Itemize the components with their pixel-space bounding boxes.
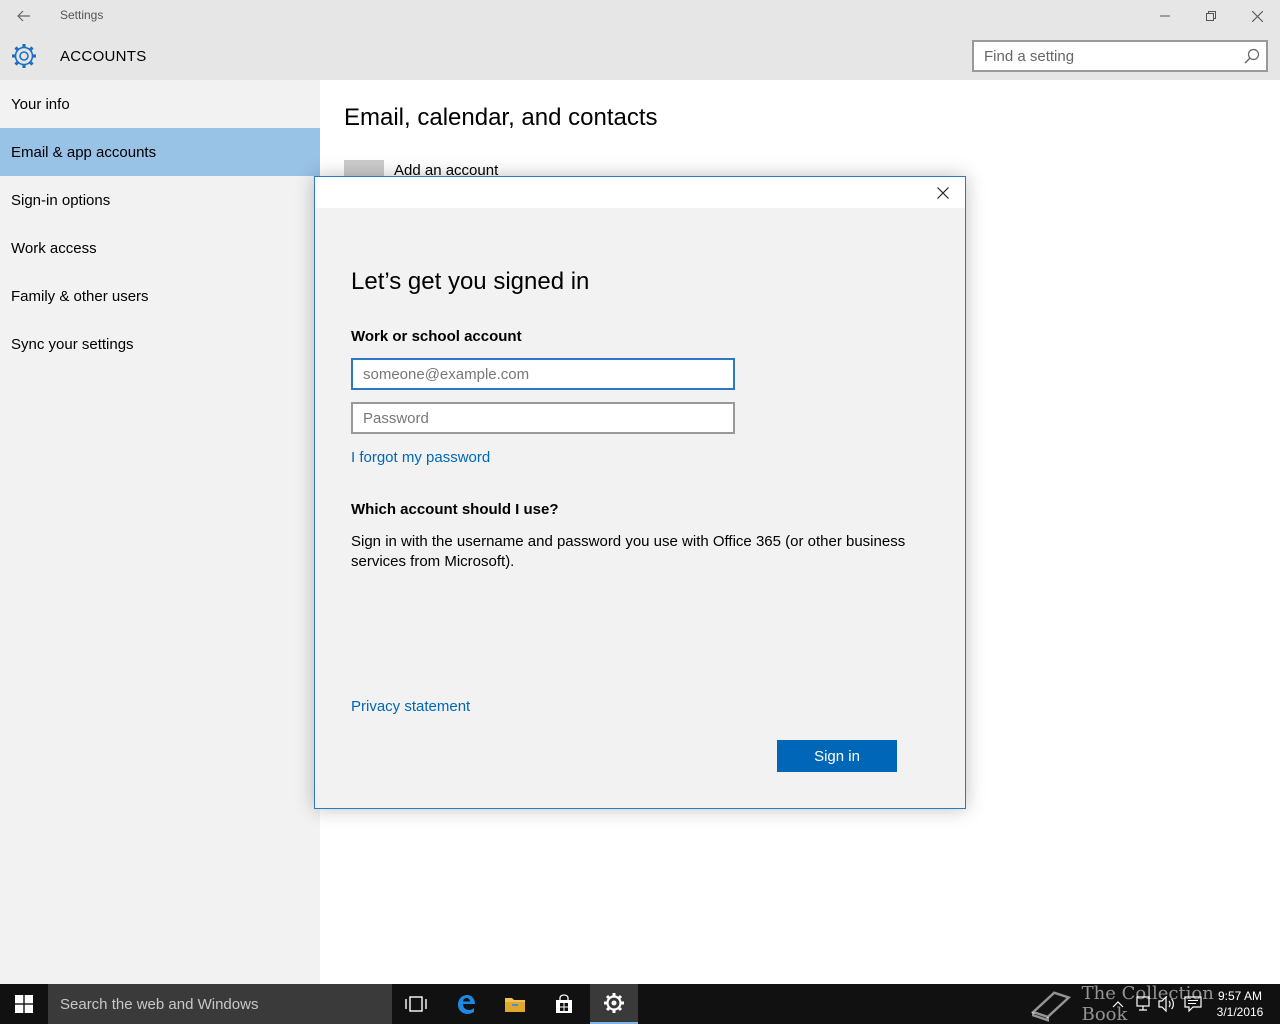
sidebar-item-sync-settings[interactable]: Sync your settings [0, 320, 320, 368]
sidebar-item-sign-in-options[interactable]: Sign-in options [0, 176, 320, 224]
sidebar-item-label: Sync your settings [11, 335, 134, 353]
taskbar-clock[interactable]: 9:57 AM 3/1/2016 [1208, 988, 1272, 1020]
store-bag-icon [556, 994, 572, 1013]
network-icon [1136, 996, 1150, 1011]
task-view-icon [405, 996, 427, 1012]
find-setting-search[interactable] [972, 40, 1268, 72]
page-title: Email, calendar, and contacts [344, 104, 658, 131]
clock-date: 3/1/2016 [1216, 1005, 1264, 1019]
search-input[interactable] [974, 42, 1234, 70]
sidebar-item-label: Work access [11, 239, 97, 257]
sidebar-item-label: Family & other users [11, 287, 149, 305]
show-hidden-icons-button[interactable] [1112, 984, 1124, 1024]
page-section-title: ACCOUNTS [60, 48, 147, 65]
sidebar-item-your-info[interactable]: Your info [0, 80, 320, 128]
which-account-heading: Which account should I use? [351, 501, 559, 518]
restore-button[interactable] [1188, 0, 1234, 32]
sign-in-dialog: Let’s get you signed in Work or school a… [314, 176, 966, 809]
privacy-statement-link[interactable]: Privacy statement [351, 698, 470, 715]
folder-icon [505, 998, 525, 1012]
account-type-label: Work or school account [351, 328, 522, 345]
notification-icon [1184, 996, 1202, 1012]
sidebar-item-label: Your info [11, 95, 70, 113]
action-center-button[interactable] [1184, 984, 1202, 1024]
taskbar-search-placeholder: Search the web and Windows [60, 995, 259, 1013]
file-explorer-button[interactable] [491, 984, 539, 1024]
sidebar-item-family-other-users[interactable]: Family & other users [0, 272, 320, 320]
sidebar-item-label: Sign-in options [11, 191, 111, 209]
gear-icon [12, 44, 36, 68]
window-title: Settings [60, 8, 104, 22]
task-view-button[interactable] [392, 984, 440, 1024]
close-dialog-button[interactable] [933, 183, 953, 203]
forgot-password-link[interactable]: I forgot my password [351, 449, 490, 466]
settings-header: ACCOUNTS [0, 32, 1280, 80]
chevron-up-icon [1112, 1001, 1124, 1008]
taskbar-search-box[interactable]: Search the web and Windows [48, 984, 392, 1024]
minimize-button[interactable] [1142, 0, 1188, 32]
edge-browser-button[interactable] [442, 984, 490, 1024]
taskbar: Search the web and Windows The Collectio… [0, 983, 1280, 1024]
windows-logo-icon [15, 995, 33, 1013]
email-field[interactable] [351, 358, 735, 390]
search-icon[interactable] [1244, 48, 1260, 64]
sidebar-item-label: Email & app accounts [11, 143, 157, 161]
password-field[interactable] [351, 402, 735, 434]
edge-icon [458, 995, 475, 1014]
book-logo-icon [1030, 991, 1072, 1022]
close-window-button[interactable] [1234, 0, 1280, 32]
email-input[interactable] [353, 360, 733, 388]
sidebar-item-work-access[interactable]: Work access [0, 224, 320, 272]
sign-in-button[interactable]: Sign in [777, 740, 897, 772]
speaker-icon [1158, 996, 1174, 1012]
settings-app-button[interactable] [590, 984, 638, 1024]
dialog-title-bar [315, 177, 965, 208]
settings-gear-icon [604, 993, 624, 1013]
dialog-heading: Let’s get you signed in [351, 268, 590, 295]
account-description: Sign in with the username and password y… [351, 533, 906, 570]
start-button[interactable] [0, 984, 48, 1024]
store-button[interactable] [540, 984, 588, 1024]
title-bar: Settings [0, 0, 1280, 32]
sidebar-item-email-app-accounts[interactable]: Email & app accounts [0, 128, 320, 176]
clock-time: 9:57 AM [1217, 989, 1263, 1003]
password-input[interactable] [353, 404, 733, 432]
network-status-button[interactable] [1134, 984, 1152, 1024]
back-arrow-icon[interactable] [12, 6, 36, 26]
volume-button[interactable] [1158, 984, 1176, 1024]
sidebar: Your info Email & app accounts Sign-in o… [0, 80, 320, 984]
